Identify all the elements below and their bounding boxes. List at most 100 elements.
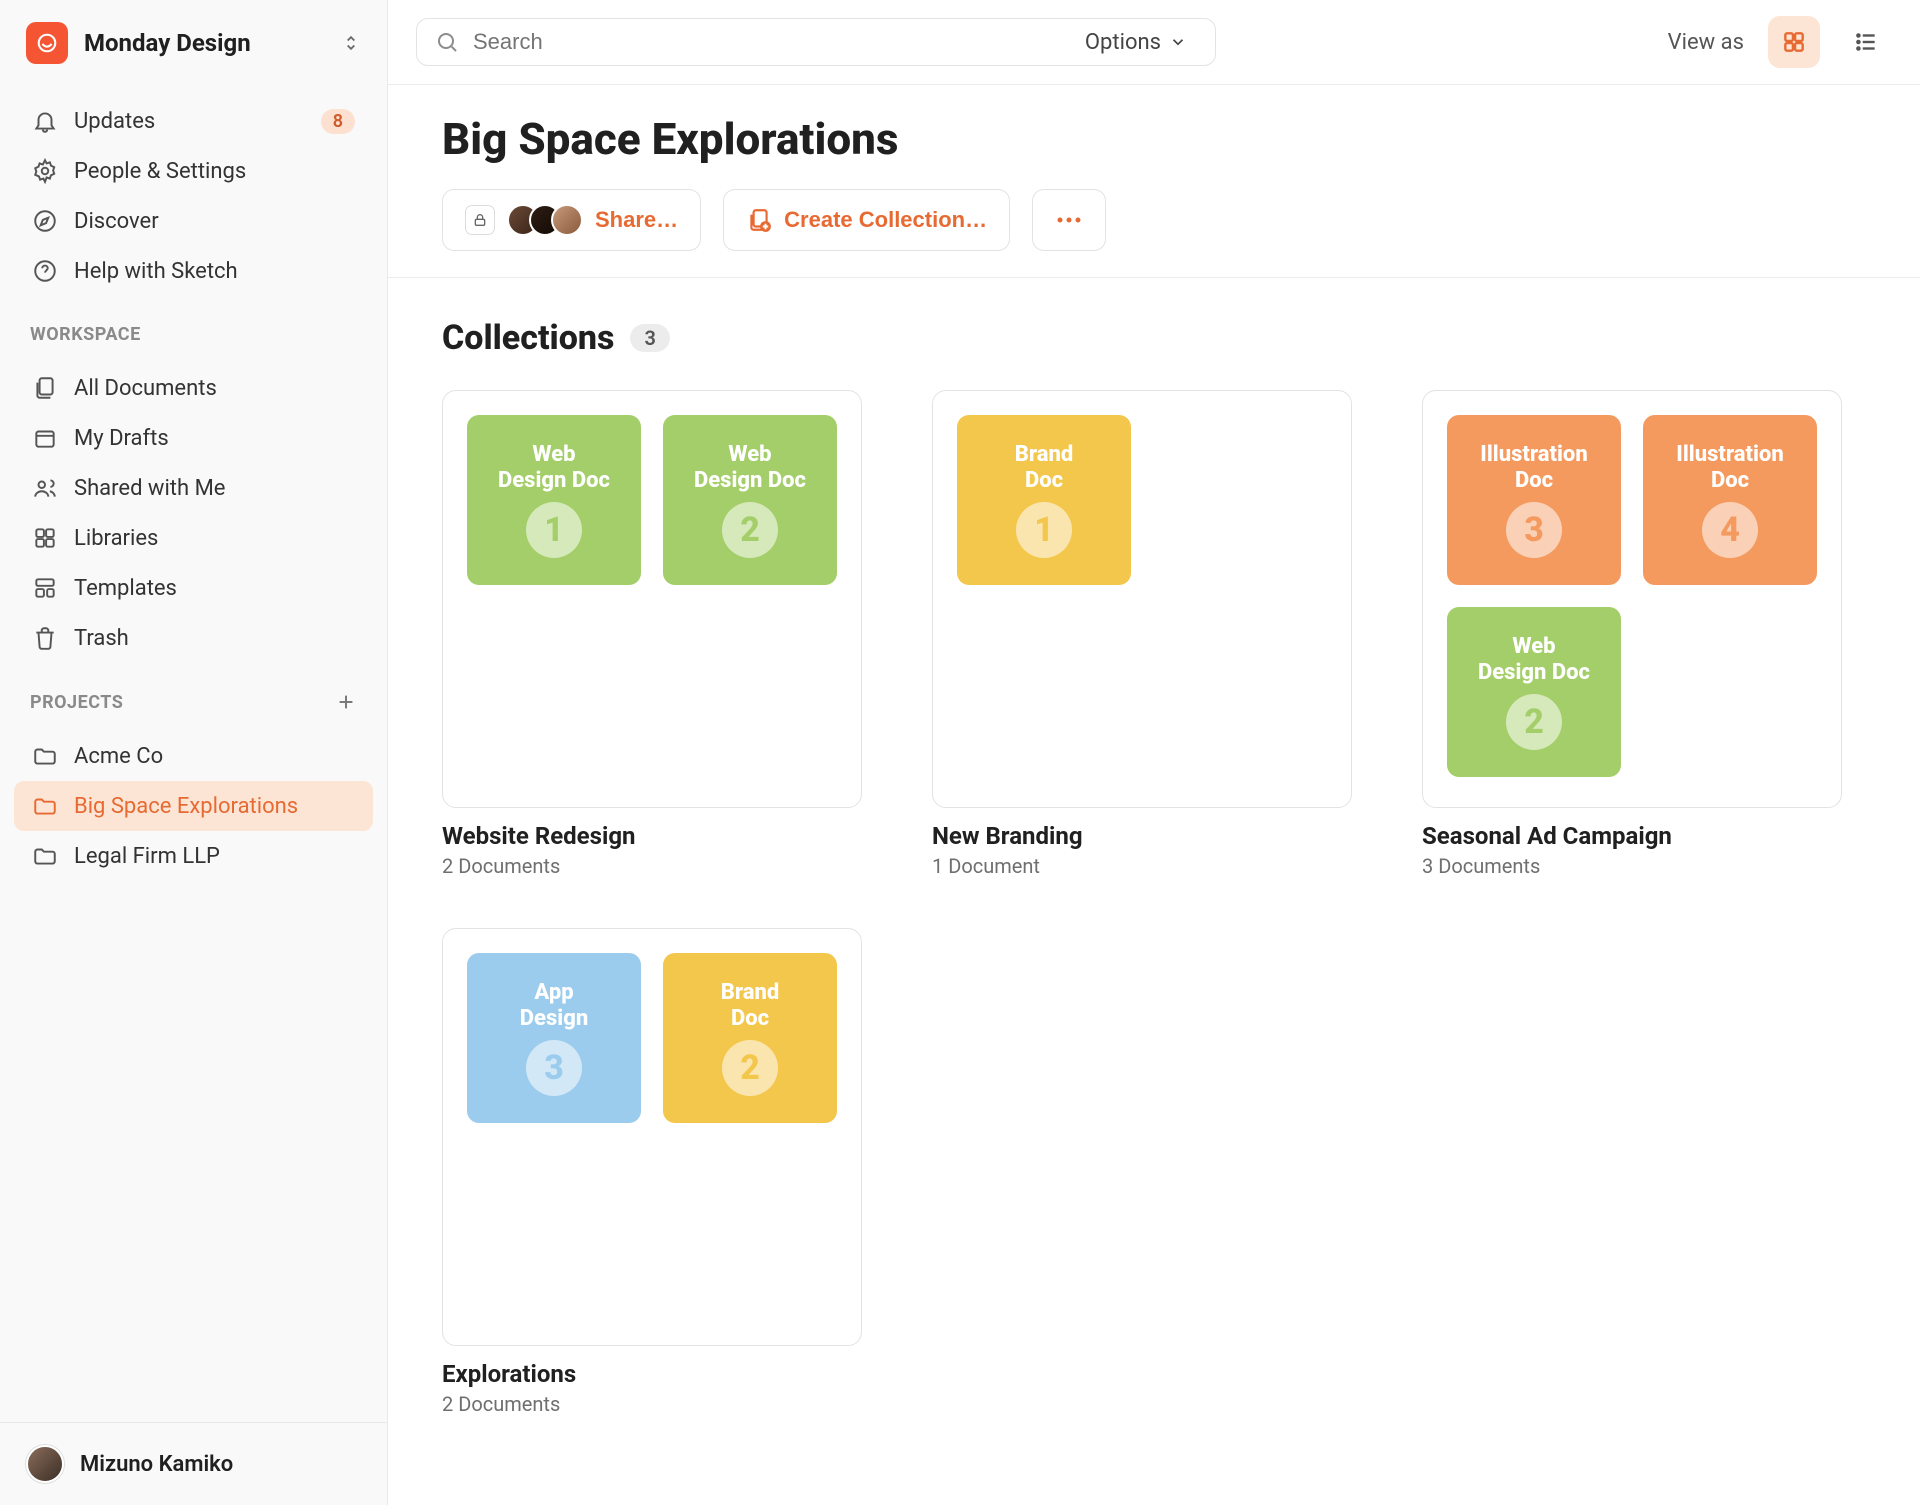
more-actions-button[interactable] [1032,189,1106,251]
content: Collections 3 Web Design Doc1Web Design … [388,278,1920,1456]
collection-title: Seasonal Ad Campaign [1422,822,1842,850]
sidebar-project-big-space[interactable]: Big Space Explorations [14,781,373,831]
tile-label: Illustration Doc [1480,442,1587,495]
templates-icon [32,575,58,601]
nav-primary: Updates 8 People & Settings Discover He [0,86,387,302]
create-collection-label: Create Collection… [784,207,987,233]
page-title: Big Space Explorations [442,113,1866,165]
sidebar: Monday Design Updates 8 People & Setting… [0,0,388,1505]
sidebar-item-shared[interactable]: Shared with Me [14,463,373,513]
collection-subtitle: 2 Documents [442,1392,862,1416]
document-tile: Illustration Doc 4 [1643,415,1817,585]
compass-icon [32,208,58,234]
documents-icon [32,375,58,401]
sidebar-item-my-drafts[interactable]: My Drafts [14,413,373,463]
collections-header: Collections 3 [442,318,1866,358]
collections-count: 3 [630,324,669,352]
tile-label: Web Design Doc [694,442,806,495]
view-grid-button[interactable] [1768,16,1820,68]
tile-number: 3 [1506,502,1562,558]
action-row: Share… Create Collection… [442,189,1866,251]
collection-preview: Brand Doc 1 [932,390,1352,808]
add-project-button[interactable] [335,691,357,713]
topbar: Options View as [388,0,1920,85]
sidebar-project-acme[interactable]: Acme Co [14,731,373,781]
tile-number: 1 [526,502,582,558]
updates-badge: 8 [321,109,355,134]
collection-card[interactable]: Brand Doc1New Branding1 Document [932,390,1352,878]
user-name: Mizuno Kamiko [80,1452,233,1477]
collection-card[interactable]: Web Design Doc1Web Design Doc2Website Re… [442,390,862,878]
workspace-section-header: WORKSPACE [0,302,387,353]
workspace-switcher[interactable]: Monday Design [0,0,387,86]
tile-label: Illustration Doc [1676,442,1783,495]
sidebar-item-discover[interactable]: Discover [14,196,373,246]
nav-label: Updates [74,109,305,134]
search-field[interactable]: Options [416,18,1216,66]
tile-number: 1 [1016,502,1072,558]
share-label: Share… [595,207,678,233]
tile-label: Brand Doc [1015,442,1073,495]
nav-label: Trash [74,626,355,651]
libraries-icon [32,525,58,551]
search-input[interactable] [473,29,1075,55]
view-as-label: View as [1668,30,1744,55]
main: Options View as Big Space Explorations [388,0,1920,1505]
ellipsis-icon [1055,215,1083,225]
search-options-button[interactable]: Options [1075,30,1197,55]
nav-label: All Documents [74,376,355,401]
document-tile: Web Design Doc1 [467,415,641,585]
collections-grid: Web Design Doc1Web Design Doc2Website Re… [442,390,1866,1416]
nav-projects: Acme Co Big Space Explorations Legal Fir… [0,721,387,887]
tile-label: Brand Doc [721,980,779,1033]
avatar-stack [507,204,583,236]
nav-label: Templates [74,576,355,601]
help-icon [32,258,58,284]
sidebar-item-trash[interactable]: Trash [14,613,373,663]
folder-icon [32,793,58,819]
sidebar-item-all-documents[interactable]: All Documents [14,363,373,413]
sidebar-item-help[interactable]: Help with Sketch [14,246,373,296]
chevron-down-icon [1169,33,1187,51]
tile-label: Web Design Doc [1478,634,1590,687]
nav-label: Discover [74,209,355,234]
tile-number: 4 [1702,502,1758,558]
collection-card[interactable]: Illustration Doc 3 Illustration Doc 4 Web De… [1422,390,1842,878]
nav-label: Big Space Explorations [74,794,355,819]
nav-label: My Drafts [74,426,355,451]
collection-preview: Web Design Doc1 Web Design Doc 2 [442,390,862,808]
folder-icon [32,743,58,769]
share-button[interactable]: Share… [442,189,701,251]
chevrons-updown-icon [341,31,361,55]
collection-card[interactable]: App Design3Brand Doc2Explorations2 Docum… [442,928,862,1416]
bell-icon [32,108,58,134]
nav-label: Acme Co [74,744,355,769]
sidebar-item-libraries[interactable]: Libraries [14,513,373,563]
nav-label: Legal Firm LLP [74,844,355,869]
document-tile: Brand Doc2 [663,953,837,1123]
tile-label: App Design [520,980,588,1033]
sidebar-item-updates[interactable]: Updates 8 [14,96,373,146]
collection-subtitle: 2 Documents [442,854,862,878]
gear-icon [32,158,58,184]
nav-label: People & Settings [74,159,355,184]
collection-preview: App Design 3 Brand Doc2 [442,928,862,1346]
collection-add-icon [746,207,772,233]
sidebar-item-templates[interactable]: Templates [14,563,373,613]
nav-workspace: All Documents My Drafts Shared with Me L… [0,353,387,669]
page-header: Big Space Explorations Share… [388,85,1920,278]
nav-label: Shared with Me [74,476,355,501]
sidebar-item-people-settings[interactable]: People & Settings [14,146,373,196]
sidebar-project-legal[interactable]: Legal Firm LLP [14,831,373,881]
document-tile: Web Design Doc 2 [663,415,837,585]
sidebar-footer[interactable]: Mizuno Kamiko [0,1422,387,1505]
collection-preview: Illustration Doc 3 Illustration Doc 4 Web De… [1422,390,1842,808]
tile-number: 2 [722,502,778,558]
tile-number: 3 [526,1040,582,1096]
draft-icon [32,425,58,451]
collection-subtitle: 1 Document [932,854,1352,878]
create-collection-button[interactable]: Create Collection… [723,189,1010,251]
view-list-button[interactable] [1840,16,1892,68]
folder-icon [32,843,58,869]
shared-icon [32,475,58,501]
